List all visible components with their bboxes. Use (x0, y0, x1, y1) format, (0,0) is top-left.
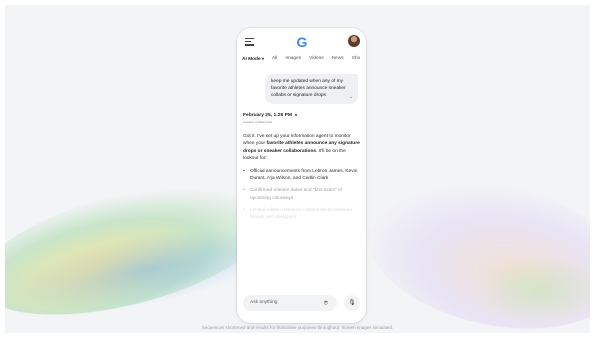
mic-icon: 🎙 (348, 300, 356, 306)
chevron-down-icon[interactable]: ⌄ (349, 94, 353, 101)
tab-images[interactable]: Images (285, 56, 301, 62)
phone-screen: G AI Mode ▾ All Images Videos News Sho k… (237, 28, 366, 323)
tab-all[interactable]: All (272, 56, 277, 62)
lens-icon[interactable]: ⌾ (324, 299, 328, 308)
search-tabs: AI Mode ▾ All Images Videos News Sho (242, 56, 360, 62)
response-timestamp: February 25, 1:29 PM (243, 113, 297, 118)
tab-news[interactable]: News (332, 56, 344, 62)
dot-icon (294, 113, 297, 116)
list-item: Limited edition releases, collaborations… (243, 207, 359, 221)
ask-placeholder: Ask anything (250, 299, 278, 305)
google-logo[interactable]: G (295, 34, 309, 50)
ask-input[interactable]: Ask anything ⌾ (243, 295, 337, 311)
mic-button[interactable]: 🎙 (344, 295, 360, 311)
fade-overlay (237, 224, 366, 284)
tab-videos[interactable]: Videos (309, 56, 324, 62)
response-bullets: Official announcements from Lebron James… (243, 168, 359, 226)
menu-icon[interactable] (245, 38, 254, 46)
chevron-down-icon: ▾ (262, 56, 265, 61)
user-query-text: keep me updated when any of my favorite … (271, 79, 346, 99)
disclaimer-caption: Sequences shortened and results for illu… (201, 325, 394, 330)
tab-ai-mode[interactable]: AI Mode ▾ (242, 56, 264, 62)
task-label: Sneaker Collabs Task (243, 120, 272, 124)
avatar[interactable] (348, 35, 360, 47)
top-bar: G (237, 34, 366, 50)
tab-shopping[interactable]: Sho (352, 56, 361, 62)
list-item: Official announcements from Lebron James… (243, 168, 359, 182)
user-query-bubble: keep me updated when any of my favorite … (265, 74, 358, 104)
timestamp-text: February 25, 1:29 PM (243, 113, 292, 118)
list-item: Confirmed release dates and "first looks… (243, 187, 359, 201)
response-intro: Got it. I've set up your information age… (243, 133, 361, 163)
